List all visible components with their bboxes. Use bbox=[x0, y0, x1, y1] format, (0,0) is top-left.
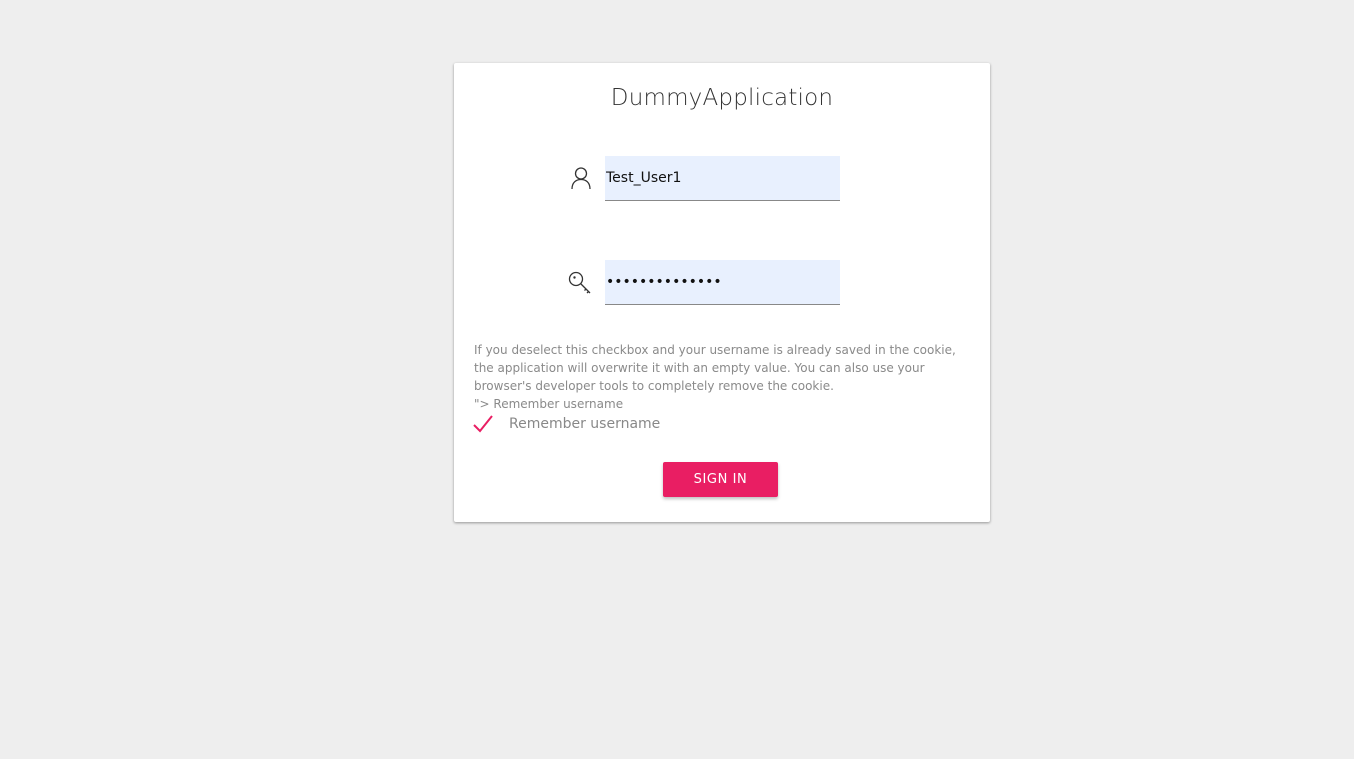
login-card: DummyApplication If you deselect this ch… bbox=[454, 63, 990, 522]
username-row bbox=[566, 156, 840, 202]
remember-note-text: If you deselect this checkbox and your u… bbox=[474, 343, 956, 393]
password-row bbox=[566, 260, 840, 306]
app-title: DummyApplication bbox=[610, 85, 834, 111]
remember-checkbox-label[interactable]: Remember username bbox=[509, 416, 660, 432]
remember-note-stray-text: "> Remember username bbox=[474, 397, 624, 411]
remember-checkbox[interactable]: Remember username bbox=[471, 413, 731, 439]
remember-note: If you deselect this checkbox and your u… bbox=[474, 341, 974, 413]
password-input[interactable] bbox=[605, 260, 840, 305]
sign-in-button[interactable]: SIGN IN bbox=[663, 462, 778, 497]
username-input[interactable] bbox=[605, 156, 840, 201]
key-icon bbox=[566, 270, 596, 296]
checkmark-icon[interactable] bbox=[471, 413, 497, 437]
user-icon bbox=[566, 166, 596, 192]
